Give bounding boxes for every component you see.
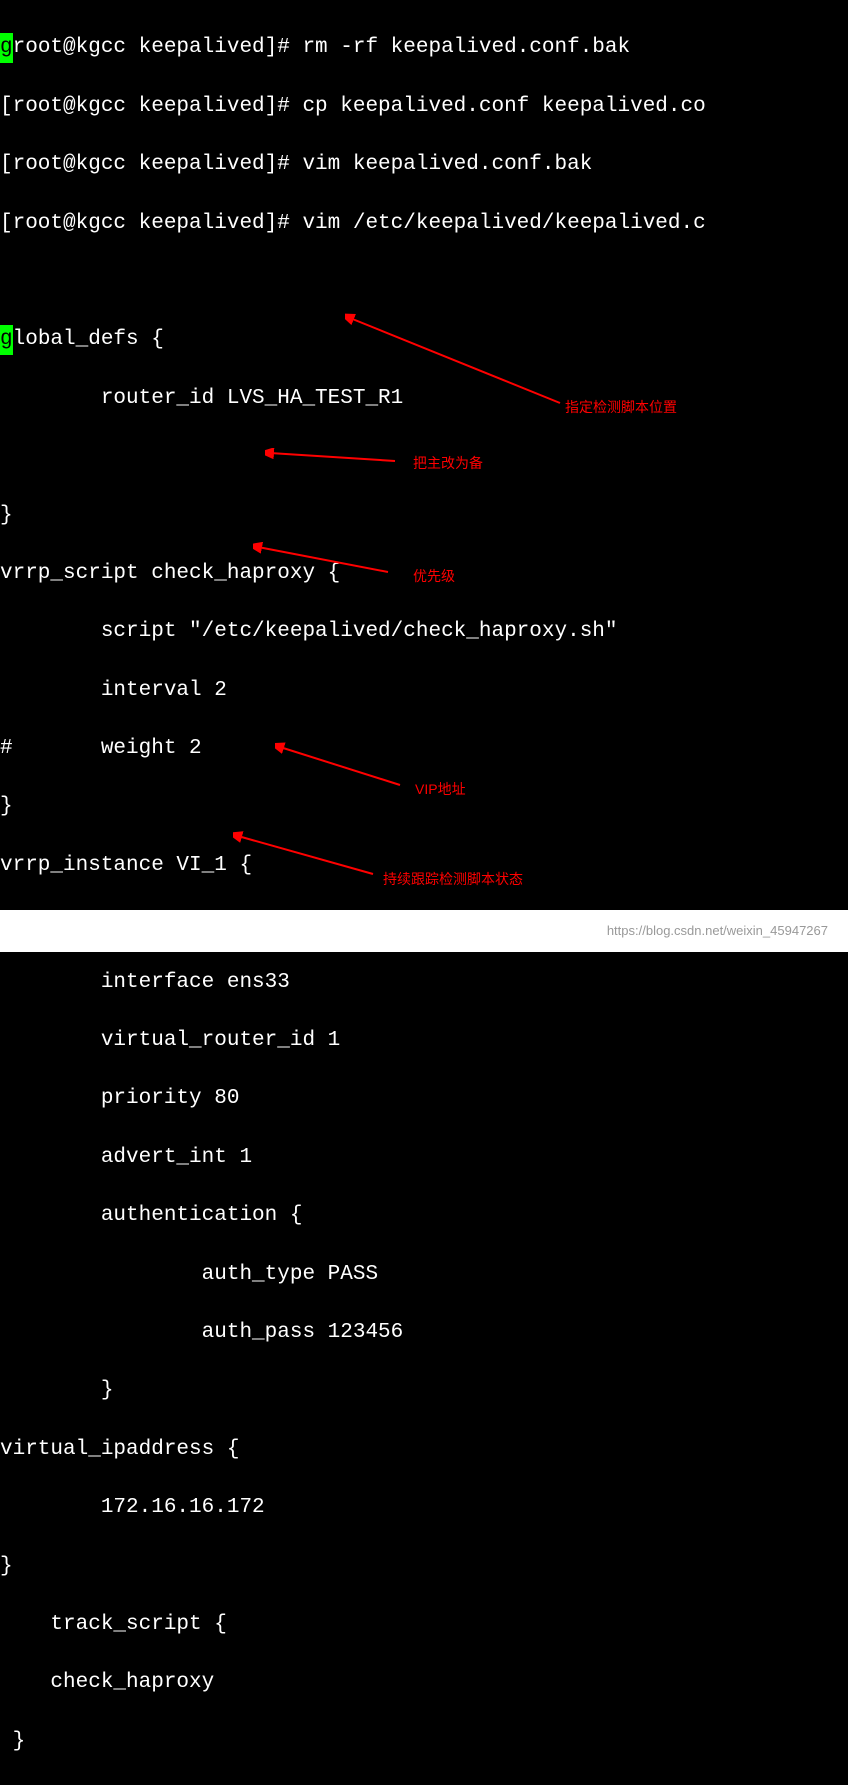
config-line: vrrp_instance VI_1 { (0, 854, 252, 877)
config-line: authentication { (0, 1204, 302, 1227)
cmd-line-1: root@kgcc keepalived]# rm -rf keepalived… (13, 36, 631, 59)
config-line: script "/etc/keepalived/check_haproxy.sh… (0, 620, 618, 643)
config-line: advert_int 1 (0, 1146, 252, 1169)
config-line: interface ens33 (0, 971, 290, 994)
config-line: } (0, 504, 13, 527)
terminal-output[interactable]: groot@kgcc keepalived]# rm -rf keepalive… (0, 0, 848, 1785)
config-line: 172.16.16.172 (0, 1496, 265, 1519)
annotation-label: 把主改为备 (413, 454, 483, 474)
cursor-highlight: g (0, 33, 13, 62)
annotation-arrow (253, 542, 393, 577)
config-line: router_id LVS_HA_TEST_R1 (0, 387, 403, 410)
config-line: # weight 2 (0, 737, 202, 760)
cmd-line-3: [root@kgcc keepalived]# vim keepalived.c… (0, 153, 592, 176)
annotation-label: 指定检测脚本位置 (565, 398, 677, 418)
annotation-arrow (265, 448, 400, 466)
annotation-arrow (233, 831, 378, 879)
config-line: } (0, 1730, 25, 1753)
config-line: track_script { (0, 1613, 227, 1636)
cmd-line-4: [root@kgcc keepalived]# vim /etc/keepali… (0, 212, 706, 235)
config-line: } (0, 1555, 13, 1578)
config-line: lobal_defs { (13, 328, 164, 351)
cmd-line-2: [root@kgcc keepalived]# cp keepalived.co… (0, 95, 706, 118)
watermark-text: https://blog.csdn.net/weixin_45947267 (607, 922, 828, 940)
annotation-label: 优先级 (413, 567, 455, 587)
cursor-highlight: g (0, 325, 13, 354)
config-line: interval 2 (0, 679, 227, 702)
annotation-label: VIP地址 (415, 780, 466, 800)
config-line: virtual_router_id 1 (0, 1029, 340, 1052)
annotation-arrow (345, 313, 565, 408)
config-line: virtual_ipaddress { (0, 1438, 239, 1461)
config-line: check_haproxy (0, 1671, 214, 1694)
config-line: auth_type PASS (0, 1263, 378, 1286)
config-line: priority 80 (0, 1087, 239, 1110)
config-line: } (0, 1379, 113, 1402)
annotation-label: 持续跟踪检测脚本状态 (383, 870, 523, 890)
config-line: } (0, 795, 13, 818)
annotation-arrow (275, 742, 405, 790)
config-line: auth_pass 123456 (0, 1321, 403, 1344)
